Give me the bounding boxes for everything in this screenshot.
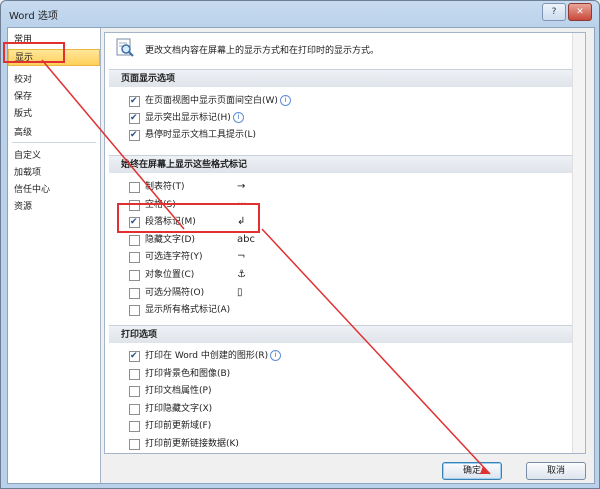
option-text: 打印背景色和图像(B) — [145, 368, 231, 379]
category-nav: 常用 显示 校对 保存 版式 高级 自定义 加载项 信任中心 资源 — [8, 28, 101, 483]
format-mark-symbol: ⚓ — [237, 269, 246, 280]
option-text: 打印在 Word 中创建的图形(R) — [145, 351, 269, 361]
section-page-display: 页面显示选项 — [109, 69, 579, 87]
option-label: 打印文档属性(P) — [145, 383, 211, 399]
option-text: 可选分隔符(O) — [145, 287, 205, 298]
nav-item[interactable]: 资源 — [8, 199, 100, 216]
option-label: 制表符(T) — [145, 179, 185, 195]
checkbox[interactable] — [129, 112, 140, 124]
dialog-body: 常用 显示 校对 保存 版式 高级 自定义 加载项 信任中心 资源 更改文档内容在屏幕上的显示方式… — [7, 27, 595, 484]
info-icon: i — [270, 350, 282, 361]
option-label: 打印背景色和图像(B) — [145, 366, 230, 382]
option-label: 显示所有格式标记(A) — [145, 302, 230, 318]
option-label: 隐藏文字(D) — [145, 232, 195, 248]
info-icon: i — [279, 95, 291, 106]
checkbox[interactable] — [129, 386, 140, 398]
format-mark-symbol: ¬ — [237, 251, 246, 263]
checkbox[interactable] — [129, 421, 140, 433]
option-text: 对象位置(C) — [145, 270, 195, 280]
option-label: 显示突出显示标记(H) i — [145, 110, 244, 126]
section-format-marks: 始终在屏幕上显示这些格式标记 — [109, 155, 579, 173]
option-label: 打印前更新链接数据(K) — [145, 436, 239, 452]
option-text: 可选连字符(Y) — [145, 252, 203, 263]
highlight-box-nav — [3, 42, 65, 63]
option-label: 在页面视图中显示页面间空白(W) i — [145, 93, 291, 109]
info-icon: i — [232, 112, 244, 123]
nav-item[interactable]: 校对 — [8, 72, 100, 89]
scrollbar[interactable] — [572, 33, 585, 453]
help-button[interactable]: ? — [542, 3, 566, 21]
option-text: 隐藏文字(D) — [145, 234, 195, 245]
highlight-box-paragraph-mark — [117, 203, 260, 233]
nav-item[interactable]: 信任中心 — [8, 182, 100, 199]
checkbox[interactable] — [129, 350, 140, 362]
option-text: 在页面视图中显示页面间空白(W) — [145, 96, 278, 106]
magnifier-document-icon — [116, 38, 134, 57]
option-text: 打印前更新域(F) — [145, 421, 212, 432]
checkbox[interactable] — [129, 439, 140, 450]
option-label: 对象位置(C) — [145, 267, 194, 283]
checkbox[interactable] — [129, 234, 140, 246]
nav-divider — [12, 142, 96, 143]
option-label: 打印隐藏文字(X) — [145, 401, 212, 417]
nav-item[interactable]: 高级 — [8, 125, 100, 142]
option-label: 打印前更新域(F) — [145, 418, 211, 434]
word-options-dialog: Word 选项 ? ✕ 常用 显示 校对 保存 版式 高级 自定义 加载项 信任中心 资源 更改文… — [0, 0, 600, 489]
window-title: Word 选项 — [9, 11, 58, 22]
option-text: 悬停时显示文档工具提示(L) — [145, 130, 257, 140]
section-print-options: 打印选项 — [109, 325, 579, 343]
options-panel: 更改文档内容在屏幕上的显示方式和在打印时的显示方式。 页面显示选项 在页面视图中… — [104, 32, 586, 454]
option-text: 打印文档属性(P) — [145, 386, 212, 397]
nav-item[interactable]: 保存 — [8, 89, 100, 106]
ok-button[interactable]: 确定 — [442, 462, 502, 480]
format-mark-symbol: ▯ — [237, 286, 243, 298]
checkbox[interactable] — [129, 368, 140, 380]
close-button[interactable]: ✕ — [568, 3, 592, 21]
checkbox[interactable] — [129, 403, 140, 415]
nav-item[interactable]: 自定义 — [8, 148, 100, 165]
option-text: 打印前更新链接数据(K) — [145, 439, 239, 449]
checkbox[interactable] — [129, 182, 140, 193]
option-text: 打印隐藏文字(X) — [145, 403, 213, 414]
checkbox[interactable] — [129, 305, 140, 317]
checkbox[interactable] — [129, 129, 140, 141]
option-label: 可选分隔符(O) — [145, 285, 204, 301]
option-text: 显示突出显示标记(H) — [145, 113, 231, 123]
nav-item[interactable]: 加载项 — [8, 165, 100, 182]
option-label: 打印在 Word 中创建的图形(R) i — [145, 348, 282, 364]
nav-item[interactable]: 版式 — [8, 106, 100, 123]
title-bar: Word 选项 ? ✕ — [1, 1, 599, 27]
option-label: 可选连字符(Y) — [145, 249, 203, 265]
checkbox[interactable] — [129, 287, 140, 299]
format-mark-symbol: abc — [237, 233, 255, 245]
checkbox[interactable] — [129, 252, 140, 264]
checkbox[interactable] — [129, 95, 140, 107]
format-mark-symbol: → — [237, 181, 246, 192]
panel-description: 更改文档内容在屏幕上的显示方式和在打印时的显示方式。 — [145, 46, 380, 56]
checkbox[interactable] — [129, 270, 140, 281]
option-text: 显示所有格式标记(A) — [145, 305, 231, 316]
option-text: 制表符(T) — [145, 182, 185, 192]
option-label: 悬停时显示文档工具提示(L) — [145, 127, 256, 143]
cancel-button[interactable]: 取消 — [526, 462, 586, 480]
